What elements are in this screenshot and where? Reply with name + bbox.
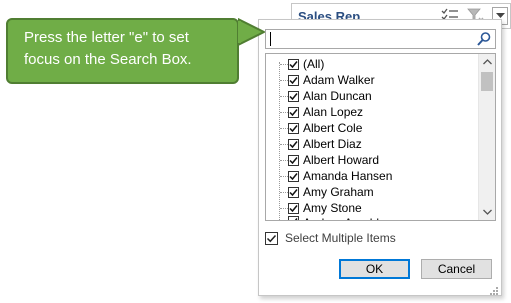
tree-branch bbox=[280, 80, 288, 81]
list-item[interactable]: Adam Walker bbox=[266, 72, 478, 88]
item-checkbox[interactable] bbox=[288, 138, 299, 150]
item-label: Adam Walker bbox=[303, 73, 375, 87]
item-list: (All) Adam Walker Alan Duncan Alan Lopez Alb… bbox=[265, 53, 496, 221]
item-label: Amy Stone bbox=[303, 201, 362, 215]
list-item[interactable]: Albert Howard bbox=[266, 152, 478, 168]
item-checkbox[interactable] bbox=[288, 74, 299, 86]
filter-popup: (All) Adam Walker Alan Duncan Alan Lopez Alb… bbox=[258, 19, 502, 296]
select-multiple-label: Select Multiple Items bbox=[285, 231, 396, 245]
list-items: (All) Adam Walker Alan Duncan Alan Lopez Alb… bbox=[266, 56, 478, 220]
item-label: Amy Graham bbox=[303, 185, 374, 199]
item-checkbox[interactable] bbox=[288, 122, 299, 134]
item-label: Albert Diaz bbox=[303, 137, 362, 151]
tree-branch bbox=[280, 192, 288, 193]
list-item[interactable]: Alan Duncan bbox=[266, 88, 478, 104]
list-item[interactable]: (All) bbox=[266, 56, 478, 72]
list-item[interactable]: Alan Lopez bbox=[266, 104, 478, 120]
tree-branch bbox=[280, 128, 288, 129]
resize-grip-icon[interactable] bbox=[489, 283, 499, 295]
tree-branch bbox=[280, 208, 288, 209]
item-label: Alan Lopez bbox=[303, 105, 364, 119]
callout-line-1: Press the letter "e" to set bbox=[24, 29, 189, 46]
item-label: (All) bbox=[303, 57, 325, 71]
tree-branch bbox=[280, 96, 288, 97]
item-label: Albert Cole bbox=[303, 121, 363, 135]
item-label: Andrea Arnold bbox=[303, 216, 379, 220]
list-item[interactable]: Albert Diaz bbox=[266, 136, 478, 152]
search-icon[interactable] bbox=[476, 31, 492, 47]
select-multiple-checkbox[interactable] bbox=[265, 231, 278, 245]
list-item[interactable]: Amanda Hansen bbox=[266, 168, 478, 184]
scroll-up-icon[interactable] bbox=[479, 54, 495, 70]
tree-branch bbox=[280, 176, 288, 177]
item-checkbox[interactable] bbox=[288, 170, 299, 182]
scroll-thumb[interactable] bbox=[481, 72, 493, 91]
select-multiple-row[interactable]: Select Multiple Items bbox=[265, 231, 396, 245]
text-caret bbox=[270, 32, 271, 46]
item-checkbox[interactable] bbox=[288, 154, 299, 166]
item-checkbox[interactable] bbox=[288, 90, 299, 102]
tree-branch bbox=[280, 112, 288, 113]
scroll-down-icon[interactable] bbox=[479, 204, 495, 220]
search-box[interactable] bbox=[265, 29, 496, 49]
item-checkbox[interactable] bbox=[288, 106, 299, 118]
tree-branch bbox=[280, 160, 288, 161]
list-item[interactable]: Amy Graham bbox=[266, 184, 478, 200]
item-label: Alan Duncan bbox=[303, 89, 372, 103]
ok-button[interactable]: OK bbox=[339, 259, 410, 279]
callout-pointer bbox=[238, 18, 265, 46]
item-label: Albert Howard bbox=[303, 153, 380, 167]
item-checkbox[interactable] bbox=[288, 216, 299, 220]
item-label: Amanda Hansen bbox=[303, 169, 393, 183]
tree-branch bbox=[280, 64, 288, 65]
item-checkbox[interactable] bbox=[288, 186, 299, 198]
list-item[interactable]: Albert Cole bbox=[266, 120, 478, 136]
list-item[interactable]: Amy Stone bbox=[266, 200, 478, 216]
cancel-button[interactable]: Cancel bbox=[421, 259, 492, 279]
tree-branch bbox=[280, 144, 288, 145]
search-input[interactable] bbox=[266, 30, 466, 48]
item-checkbox[interactable] bbox=[288, 58, 299, 70]
item-checkbox[interactable] bbox=[288, 202, 299, 214]
instruction-callout: Press the letter "e" to set focus on the… bbox=[6, 18, 239, 84]
vertical-scrollbar[interactable] bbox=[478, 54, 495, 220]
callout-line-2: focus on the Search Box. bbox=[24, 51, 192, 68]
list-item[interactable]: Andrea Arnold bbox=[266, 216, 478, 220]
